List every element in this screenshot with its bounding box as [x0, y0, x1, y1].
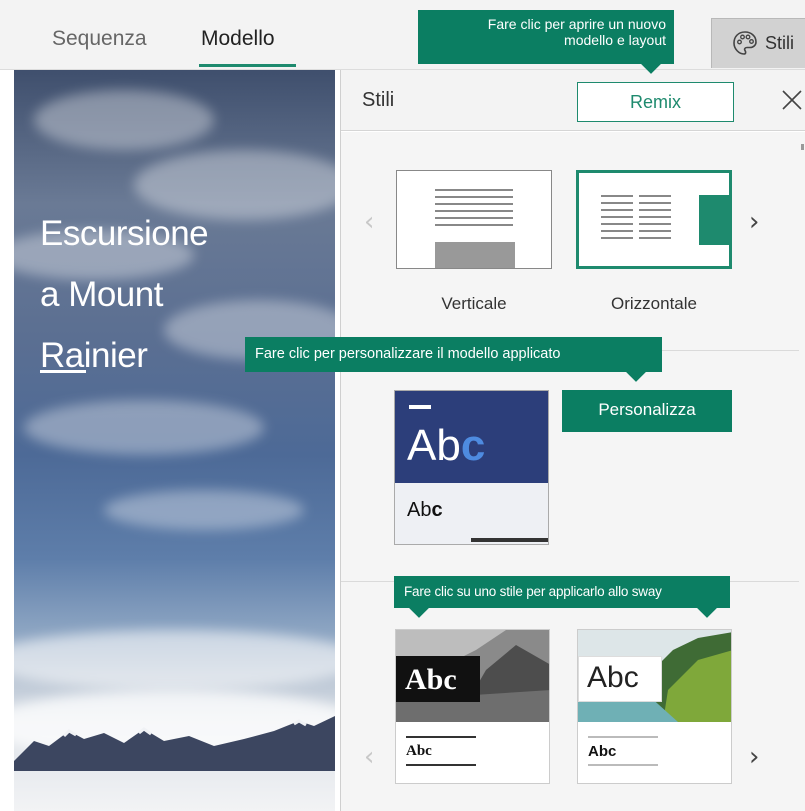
style-sample-title: Abc [587, 661, 639, 694]
layout-vertical-label: Verticale [441, 294, 507, 313]
theme-title-sample-text: Ab [407, 421, 461, 470]
sway-title[interactable]: Escursione a Mount Rainier [40, 203, 209, 386]
tooltip-open-template: Fare clic per aprire un nuovo modello e … [418, 10, 674, 64]
chevron-right-icon[interactable]: › [749, 207, 759, 237]
cloud-shape [24, 400, 264, 455]
chevron-left-icon[interactable]: ‹ [364, 207, 374, 237]
personalizza-button[interactable]: Personalizza [562, 390, 732, 432]
style-sample-body: Abc [588, 743, 617, 760]
tooltip-open-template-line2: modello e layout [564, 32, 666, 48]
sway-preview[interactable]: Escursione a Mount Rainier [14, 70, 335, 811]
style-sample-title: Abc [405, 663, 457, 696]
tab-modello[interactable]: Modello [201, 27, 275, 51]
tab-sequenza[interactable]: Sequenza [52, 27, 147, 51]
styles-panel: Stili Remix ‹ Verticale Orizzontale › Ab… [340, 70, 805, 811]
cloud-shape [14, 630, 335, 690]
theme-title-sample: Abc [407, 421, 485, 471]
scrollbar-thumb[interactable] [801, 144, 804, 150]
layout-horizontal-label: Orizzontale [611, 294, 697, 313]
title-accent-bar [40, 370, 86, 373]
mountain-range [14, 716, 335, 771]
palette-icon [733, 31, 757, 55]
chevron-right-icon[interactable]: › [749, 742, 759, 772]
panel-scrollbar[interactable] [799, 132, 805, 811]
panel-title: Stili [362, 89, 395, 111]
styles-panel-body: ‹ Verticale Orizzontale › Abc Abc Person… [341, 132, 799, 811]
style-card-nature[interactable]: Abc Abc [577, 629, 732, 784]
styles-panel-header: Stili Remix [341, 70, 805, 131]
cloud-shape [34, 90, 214, 150]
theme-title-sample-accent: c [460, 421, 486, 470]
style-rule [588, 764, 658, 766]
layout-vertical-card[interactable] [396, 170, 552, 269]
theme-header: Abc [395, 391, 548, 483]
style-sample-body: Abc [406, 743, 432, 759]
top-bar: Sequenza Modello Stili [0, 0, 805, 70]
style-rule [588, 736, 658, 738]
theme-accent-bar [409, 405, 431, 409]
tooltip-customize: Fare clic per personalizzare il modello … [245, 337, 662, 372]
theme-body-sample: Abc [407, 499, 443, 522]
layout-horizontal-thumbnail [601, 195, 729, 245]
current-theme-card[interactable]: Abc Abc [394, 390, 549, 545]
cloud-shape [104, 490, 304, 530]
theme-underline [471, 538, 548, 542]
style-rule [406, 736, 476, 738]
chevron-left-icon[interactable]: ‹ [364, 742, 374, 772]
theme-body-sample-bold: c [431, 499, 443, 521]
tooltip-apply-style: Fare clic su uno stile per applicarlo al… [394, 576, 730, 618]
theme-body-sample-text: Ab [407, 499, 432, 521]
remix-button[interactable]: Remix [577, 82, 734, 122]
sway-title-line: a Mount [40, 275, 163, 314]
sway-title-line: Rainier [40, 336, 148, 375]
sway-title-line: Escursione [40, 214, 209, 253]
style-card-monochrome[interactable]: Abc Abc [395, 629, 550, 784]
active-tab-underline [199, 64, 296, 67]
tooltip-apply-style-text: Fare clic su uno stile per applicarlo al… [404, 584, 662, 599]
style-rule [406, 764, 476, 766]
styles-button-label: Stili [765, 33, 795, 53]
tooltip-open-template-line1: Fare clic per aprire un nuovo [487, 16, 666, 32]
styles-button[interactable]: Stili [711, 18, 805, 68]
layout-horizontal-card[interactable] [576, 170, 732, 269]
layout-vertical-thumbnail [435, 189, 515, 268]
close-icon[interactable] [781, 89, 803, 111]
